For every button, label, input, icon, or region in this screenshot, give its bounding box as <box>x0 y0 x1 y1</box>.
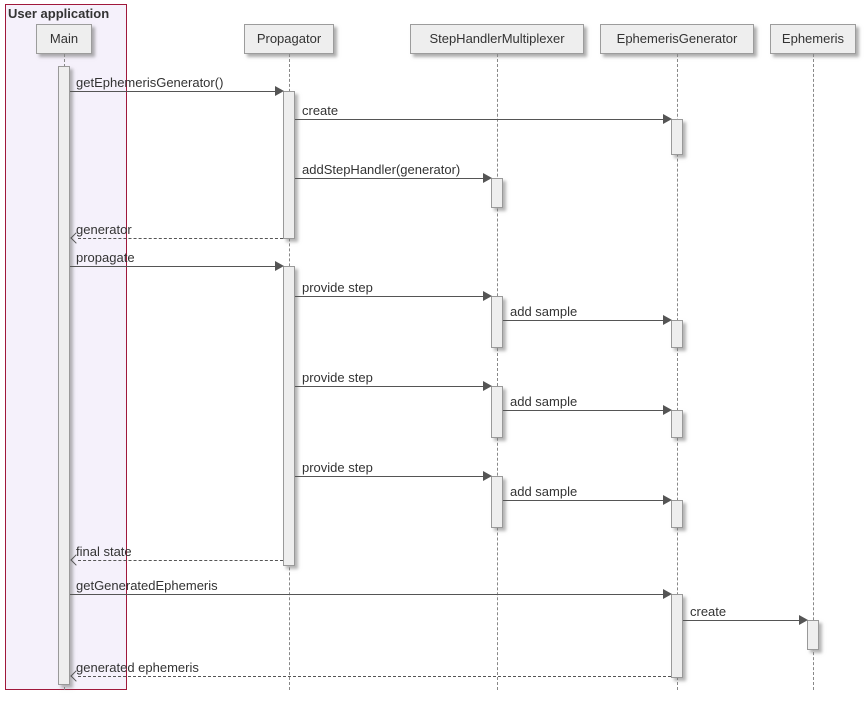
activation-main <box>58 66 70 685</box>
msg-addsample2-label: add sample <box>510 394 577 409</box>
msg-retgen <box>78 238 283 239</box>
participant-multiplexer: StepHandlerMultiplexer <box>410 24 584 54</box>
participant-generator-label: EphemerisGenerator <box>617 31 738 46</box>
msg-addsample1-label: add sample <box>510 304 577 319</box>
arrow-icon <box>663 405 672 415</box>
activation-ephemeris-create <box>807 620 819 650</box>
msg-create1 <box>295 119 663 120</box>
arrow-icon <box>483 173 492 183</box>
msg-reteph <box>78 676 671 677</box>
user-application-label: User application <box>8 6 109 21</box>
arrow-icon <box>483 471 492 481</box>
msg-create2 <box>683 620 799 621</box>
arrow-icon <box>483 291 492 301</box>
msg-finalstate-label: final state <box>76 544 132 559</box>
activation-multiplexer-step3 <box>491 476 503 528</box>
participant-propagator: Propagator <box>244 24 334 54</box>
activation-generator-sample3 <box>671 500 683 528</box>
participant-ephemeris: Ephemeris <box>770 24 856 54</box>
participant-main: Main <box>36 24 92 54</box>
msg-provide1-label: provide step <box>302 280 373 295</box>
activation-propagator-1 <box>283 91 295 239</box>
participant-main-label: Main <box>50 31 78 46</box>
msg-addhandler <box>295 178 483 179</box>
msg-addhandler-label: addStepHandler(generator) <box>302 162 460 177</box>
activation-multiplexer-add <box>491 178 503 208</box>
arrow-icon <box>663 315 672 325</box>
lifeline-ephemeris <box>813 54 814 690</box>
msg-geteph <box>70 594 663 595</box>
arrow-icon <box>483 381 492 391</box>
msg-provide2 <box>295 386 483 387</box>
msg-addsample3 <box>503 500 663 501</box>
msg-propagate-label: propagate <box>76 250 135 265</box>
msg-reteph-label: generated ephemeris <box>76 660 199 675</box>
msg-addsample3-label: add sample <box>510 484 577 499</box>
msg-geteph-generator <box>70 91 275 92</box>
msg-geteph-label: getGeneratedEphemeris <box>76 578 218 593</box>
msg-provide1 <box>295 296 483 297</box>
arrow-icon <box>275 261 284 271</box>
activation-generator-create <box>671 119 683 155</box>
activation-multiplexer-step2 <box>491 386 503 438</box>
activation-propagator-2 <box>283 266 295 566</box>
activation-multiplexer-step1 <box>491 296 503 348</box>
arrow-icon <box>663 589 672 599</box>
arrow-icon <box>663 495 672 505</box>
activation-generator-sample1 <box>671 320 683 348</box>
msg-create2-label: create <box>690 604 726 619</box>
msg-addsample1 <box>503 320 663 321</box>
participant-ephemeris-label: Ephemeris <box>782 31 844 46</box>
msg-retgen-label: generator <box>76 222 132 237</box>
msg-create1-label: create <box>302 103 338 118</box>
msg-propagate <box>70 266 275 267</box>
msg-provide3 <box>295 476 483 477</box>
activation-generator-geteph <box>671 594 683 678</box>
msg-provide2-label: provide step <box>302 370 373 385</box>
msg-geteph-generator-label: getEphemerisGenerator() <box>76 75 223 90</box>
participant-multiplexer-label: StepHandlerMultiplexer <box>429 31 564 46</box>
sequence-diagram: User application Main Propagator StepHan… <box>0 0 868 703</box>
msg-addsample2 <box>503 410 663 411</box>
participant-generator: EphemerisGenerator <box>600 24 754 54</box>
arrow-icon <box>799 615 808 625</box>
participant-propagator-label: Propagator <box>257 31 321 46</box>
msg-provide3-label: provide step <box>302 460 373 475</box>
arrow-icon <box>275 86 284 96</box>
msg-finalstate <box>78 560 283 561</box>
arrow-icon <box>663 114 672 124</box>
activation-generator-sample2 <box>671 410 683 438</box>
